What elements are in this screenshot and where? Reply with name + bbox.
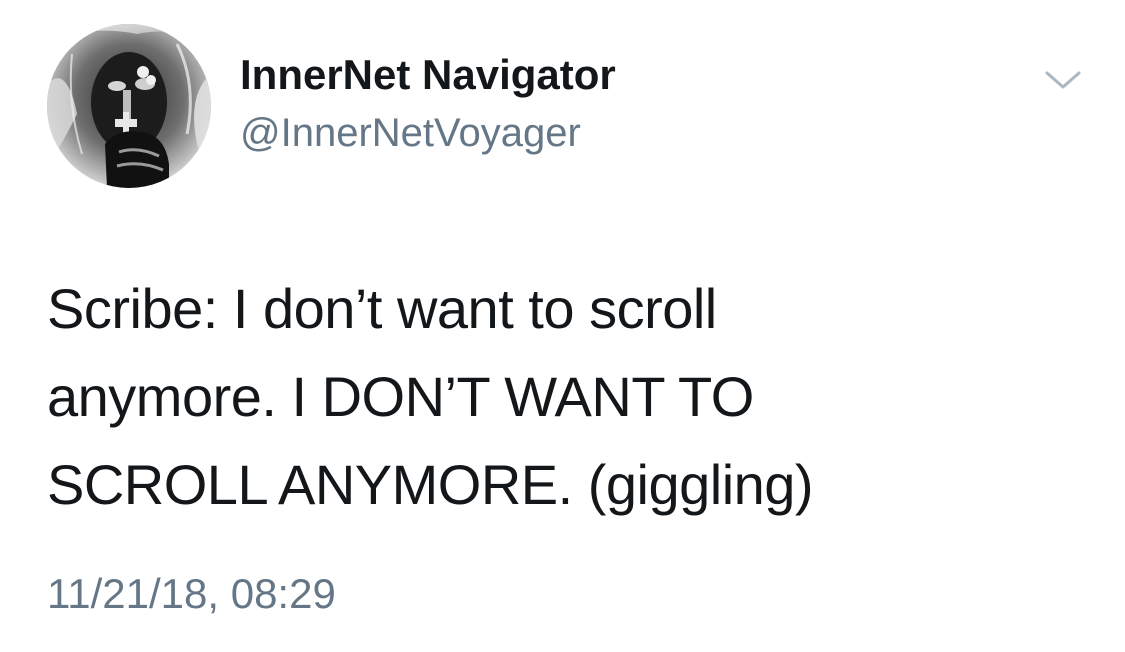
author-display-name[interactable]: InnerNet Navigator [240, 50, 616, 100]
author-handle[interactable]: @InnerNetVoyager [240, 109, 581, 157]
avatar[interactable] [47, 24, 211, 188]
chevron-down-icon [1045, 71, 1081, 89]
tweet-text: Scribe: I don’t want to scroll anymore. … [47, 265, 1087, 529]
tweet-timestamp[interactable]: 11/21/18, 08:29 [47, 568, 336, 620]
tweet-text-line: Scribe: I don’t want to scroll [47, 277, 717, 340]
tweet-menu-button[interactable] [1043, 65, 1083, 95]
avatar-photo-icon [47, 24, 211, 188]
tweet-text-line: SCROLL ANYMORE. (giggling) [47, 453, 814, 516]
tweet-card: InnerNet Navigator @InnerNetVoyager Scri… [0, 0, 1125, 652]
tweet-text-line: anymore. I DON’T WANT TO [47, 365, 754, 428]
